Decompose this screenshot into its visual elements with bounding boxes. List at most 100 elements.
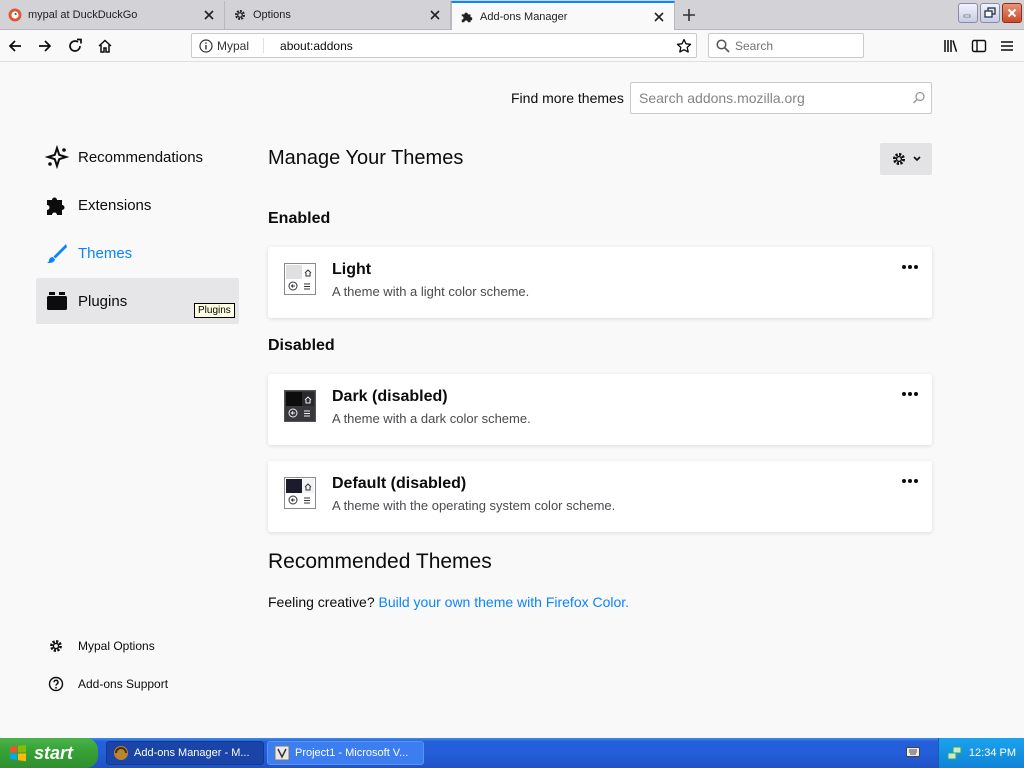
task-label: Add-ons Manager - M... bbox=[134, 747, 250, 759]
navigation-toolbar: Mypal about:addons Search bbox=[0, 30, 1024, 62]
home-button[interactable] bbox=[94, 35, 116, 57]
category-label: Themes bbox=[78, 244, 133, 262]
plus-icon bbox=[683, 9, 695, 21]
theme-card-default[interactable]: Default (disabled) A theme with the oper… bbox=[268, 461, 932, 532]
search-bar[interactable]: Search bbox=[708, 33, 864, 58]
minimize-icon bbox=[963, 14, 971, 18]
browser-app-icon bbox=[114, 746, 128, 760]
theme-preview-icon bbox=[284, 477, 316, 509]
enabled-heading: Enabled bbox=[268, 210, 331, 227]
help-icon bbox=[44, 676, 68, 692]
find-more-label: Find more themes bbox=[511, 90, 624, 106]
recommended-themes-heading: Recommended Themes bbox=[268, 550, 492, 573]
disabled-heading: Disabled bbox=[268, 337, 335, 354]
puzzle-icon bbox=[460, 10, 474, 24]
tab-options[interactable]: Options bbox=[225, 1, 451, 29]
new-tab-button[interactable] bbox=[678, 5, 700, 25]
mypal-options-link[interactable]: Mypal Options bbox=[44, 638, 155, 654]
restore-button[interactable] bbox=[980, 3, 1000, 23]
theme-card-dark[interactable]: Dark (disabled) A theme with a dark colo… bbox=[268, 374, 932, 445]
theme-preview-icon bbox=[284, 390, 316, 422]
restore-icon bbox=[984, 7, 996, 18]
search-icon bbox=[711, 38, 735, 53]
forward-arrow-icon bbox=[39, 40, 52, 52]
home-icon bbox=[98, 39, 112, 53]
category-themes[interactable]: Themes bbox=[36, 230, 239, 276]
category-extensions[interactable]: Extensions bbox=[36, 182, 239, 228]
gear-icon bbox=[233, 8, 247, 22]
duckduckgo-icon bbox=[8, 8, 22, 22]
tab-strip: mypal at DuckDuckGo Options Add-ons Mana… bbox=[0, 0, 1024, 30]
taskbar-item-addons-manager[interactable]: Add-ons Manager - M... bbox=[106, 741, 264, 765]
bookmark-star-icon[interactable] bbox=[672, 38, 696, 54]
menu-button[interactable] bbox=[996, 35, 1018, 57]
close-tab-icon[interactable] bbox=[652, 10, 666, 24]
theme-description: A theme with a dark color scheme. bbox=[332, 411, 531, 426]
search-icon bbox=[907, 91, 931, 105]
info-icon[interactable] bbox=[195, 38, 217, 53]
sidebar-button[interactable] bbox=[968, 35, 990, 57]
recommended-text: Feeling creative? bbox=[268, 594, 375, 610]
category-label: Recommendations bbox=[78, 148, 204, 166]
url-bar[interactable]: Mypal about:addons bbox=[191, 33, 697, 58]
identity-label: Mypal bbox=[217, 38, 265, 53]
sidebar-icon bbox=[971, 39, 987, 53]
close-tab-icon[interactable] bbox=[202, 8, 216, 22]
window-controls bbox=[958, 3, 1022, 23]
gear-icon bbox=[893, 153, 905, 165]
visual-basic-icon bbox=[274, 745, 290, 761]
close-tab-icon[interactable] bbox=[428, 8, 442, 22]
addons-support-link[interactable]: Add-ons Support bbox=[44, 676, 168, 692]
page-title: Manage Your Themes bbox=[268, 147, 464, 169]
network-icon[interactable] bbox=[947, 745, 963, 761]
addons-manager-page: Find more themes Search addons.mozilla.o… bbox=[0, 62, 1024, 738]
more-options-icon[interactable] bbox=[900, 384, 920, 404]
reload-button[interactable] bbox=[64, 35, 86, 57]
more-options-icon[interactable] bbox=[900, 257, 920, 277]
tab-label: Add-ons Manager bbox=[480, 10, 568, 23]
back-button[interactable] bbox=[4, 35, 26, 57]
url-text[interactable]: about:addons bbox=[264, 39, 672, 53]
puzzle-icon bbox=[44, 192, 70, 218]
back-arrow-icon bbox=[8, 40, 21, 52]
theme-preview-icon bbox=[284, 263, 316, 295]
tab-addons-manager[interactable]: Add-ons Manager bbox=[451, 1, 675, 30]
chevron-down-icon bbox=[913, 156, 921, 162]
clock[interactable]: 12:34 PM bbox=[969, 747, 1016, 759]
theme-card-light[interactable]: Light A theme with a light color scheme. bbox=[268, 247, 932, 318]
brush-icon bbox=[44, 240, 70, 266]
keyboard-icon[interactable] bbox=[906, 746, 920, 758]
category-recommendations[interactable]: Recommendations bbox=[36, 134, 239, 180]
theme-description: A theme with a light color scheme. bbox=[332, 284, 530, 299]
tab-label: mypal at DuckDuckGo bbox=[28, 9, 138, 21]
minimize-button[interactable] bbox=[958, 3, 978, 23]
library-button[interactable] bbox=[940, 35, 962, 57]
start-label: start bbox=[34, 742, 74, 763]
search-placeholder: Search bbox=[735, 38, 774, 53]
forward-button[interactable] bbox=[34, 35, 56, 57]
tab-label: Options bbox=[253, 9, 291, 21]
gear-icon bbox=[44, 638, 68, 654]
category-label: Extensions bbox=[78, 196, 152, 214]
recommendations-icon bbox=[44, 144, 70, 170]
tab-duckduckgo[interactable]: mypal at DuckDuckGo bbox=[0, 1, 225, 29]
taskbar: start Add-ons Manager - M... Project1 - … bbox=[0, 738, 1024, 768]
footer-link-label: Mypal Options bbox=[78, 639, 155, 653]
plugins-tooltip: Plugins bbox=[194, 303, 235, 318]
amo-search-input[interactable]: Search addons.mozilla.org bbox=[630, 82, 932, 114]
theme-name: Dark (disabled) bbox=[332, 388, 448, 405]
close-icon bbox=[1007, 8, 1017, 18]
tools-menu-button[interactable] bbox=[880, 143, 932, 175]
plugin-icon bbox=[44, 288, 70, 314]
start-button[interactable]: start bbox=[0, 738, 98, 768]
recommended-text-line: Feeling creative? Build your own theme w… bbox=[268, 594, 629, 610]
theme-name: Light bbox=[332, 261, 372, 278]
taskbar-item-project1[interactable]: Project1 - Microsoft V... bbox=[267, 741, 424, 765]
close-window-button[interactable] bbox=[1002, 3, 1022, 23]
firefox-color-link[interactable]: Build your own theme with Firefox Color. bbox=[379, 594, 630, 610]
theme-name: Default (disabled) bbox=[332, 475, 467, 492]
more-options-icon[interactable] bbox=[900, 471, 920, 491]
hamburger-menu-icon bbox=[1001, 41, 1013, 51]
windows-logo-icon bbox=[10, 744, 26, 762]
task-label: Project1 - Microsoft V... bbox=[295, 747, 409, 759]
